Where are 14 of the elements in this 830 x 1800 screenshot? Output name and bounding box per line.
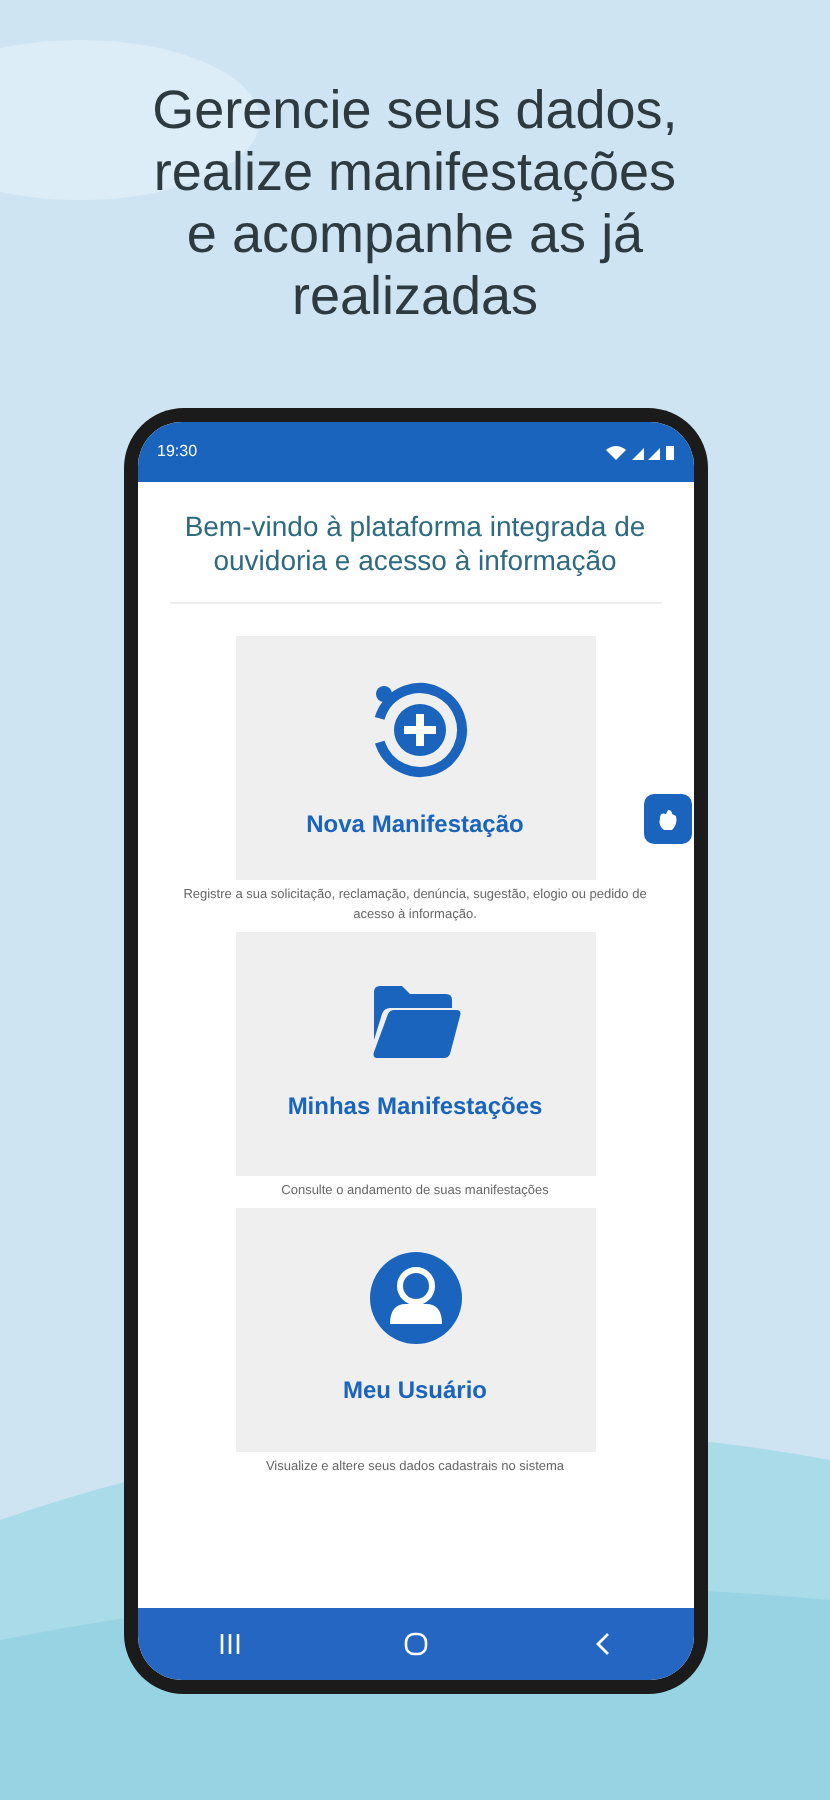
menu-card[interactable]: Minhas Manifestações [235,932,595,1176]
folder-icon [369,984,461,1060]
menu-card[interactable]: Meu Usuário [235,1208,595,1452]
recent-apps-icon[interactable] [219,1634,240,1654]
status-time: 19:30 [157,440,198,464]
welcome-text: Bem-vindo à plataforma integrada de ouvidoria e acesso à informação [182,510,648,578]
accessibility-button[interactable] [644,794,692,844]
headline: Gerencie seus dados, realize manifestações e acompanhe as já realizadas [150,80,680,328]
hand-icon [656,807,680,831]
home-icon[interactable] [404,1632,429,1656]
signal-icon [605,444,673,460]
back-icon[interactable] [594,1632,611,1656]
menu-card[interactable]: Nova Manifestação [235,636,595,880]
user-icon [369,1252,461,1344]
